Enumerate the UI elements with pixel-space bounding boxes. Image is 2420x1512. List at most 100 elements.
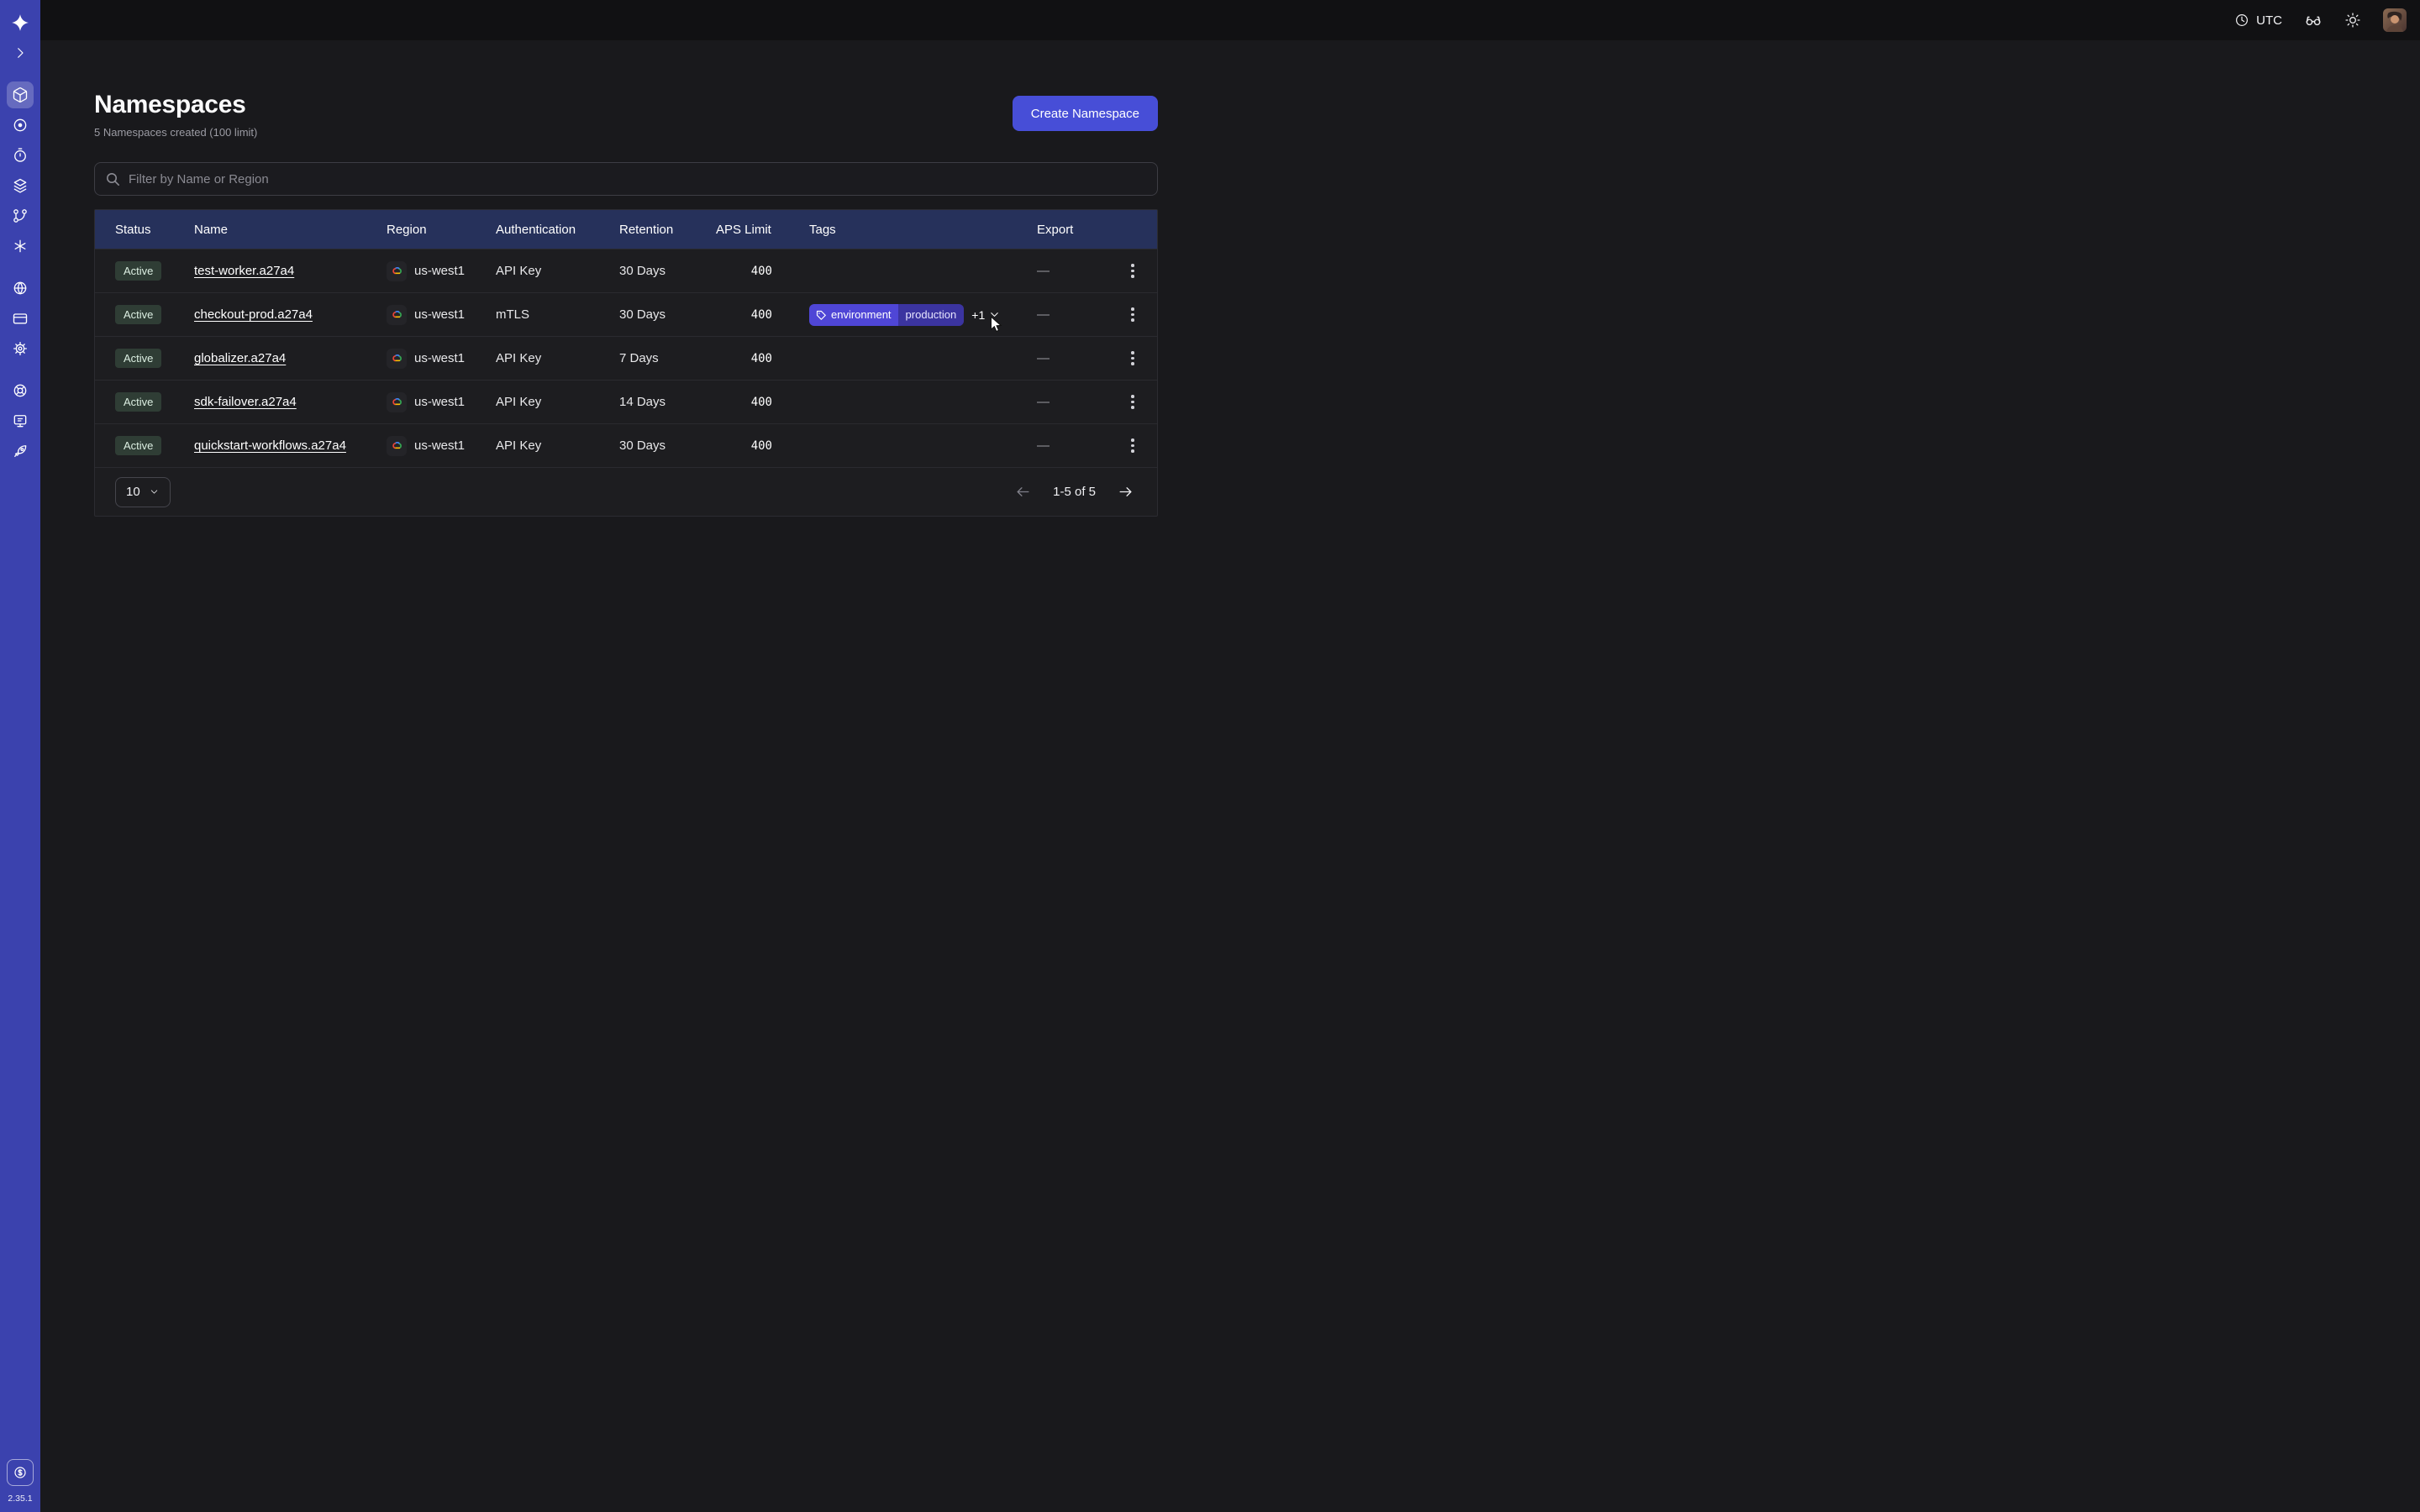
gcp-icon	[387, 305, 407, 325]
gcp-icon	[387, 261, 407, 281]
gcp-icon	[387, 392, 407, 412]
layers-icon	[12, 177, 29, 194]
namespaces-table: Status Name Region Authentication Retent…	[94, 209, 1158, 517]
arrow-right-icon	[1118, 484, 1134, 500]
namespace-link[interactable]: globalizer.a27a4	[194, 351, 286, 365]
row-actions-menu-button[interactable]	[1121, 347, 1144, 370]
clock-icon	[2234, 13, 2249, 28]
sidebar-item-workflows[interactable]	[7, 112, 34, 139]
retention-label: 14 Days	[619, 395, 716, 409]
status-badge: Active	[115, 436, 161, 455]
sidebar-collapse-toggle[interactable]	[7, 39, 34, 66]
row-actions-menu-button[interactable]	[1121, 260, 1144, 283]
row-actions-menu-button[interactable]	[1121, 303, 1144, 327]
namespace-link[interactable]: test-worker.a27a4	[194, 264, 294, 278]
chevron-down-icon	[149, 486, 160, 497]
retention-label: 7 Days	[619, 351, 716, 365]
timezone-label: UTC	[2256, 13, 2282, 28]
auth-label: API Key	[496, 395, 619, 409]
labs-mode-toggle[interactable]	[2304, 11, 2323, 29]
namespace-link[interactable]: quickstart-workflows.a27a4	[194, 438, 346, 453]
col-header-export: Export	[1037, 223, 1121, 237]
table-row[interactable]: Active globalizer.a27a4 us-west1 API Key…	[95, 336, 1157, 380]
sidebar: 2.35.1	[0, 0, 40, 1512]
status-badge: Active	[115, 392, 161, 412]
table-row[interactable]: Active quickstart-workflows.a27a4 us-wes…	[95, 423, 1157, 467]
retention-label: 30 Days	[619, 438, 716, 453]
tags-overflow-toggle[interactable]: +1	[971, 308, 1001, 322]
create-namespace-button[interactable]: Create Namespace	[1013, 96, 1158, 131]
region-label: us-west1	[414, 438, 465, 453]
tag-chip[interactable]: environment production	[809, 304, 964, 326]
namespace-link[interactable]: sdk-failover.a27a4	[194, 395, 297, 409]
gcp-icon	[387, 349, 407, 369]
next-page-button[interactable]	[1118, 484, 1134, 500]
timer-icon	[12, 147, 29, 164]
retention-label: 30 Days	[619, 264, 716, 278]
sidebar-item-deployments[interactable]	[7, 172, 34, 199]
col-header-retention: Retention	[619, 223, 716, 237]
auth-label: API Key	[496, 351, 619, 365]
sidebar-item-support[interactable]	[7, 377, 34, 404]
sidebar-item-usage[interactable]	[7, 275, 34, 302]
retention-label: 30 Days	[619, 307, 716, 322]
sidebar-item-getting-started[interactable]	[7, 438, 34, 465]
tags-overflow-count: +1	[971, 308, 985, 322]
prev-page-button[interactable]	[1015, 484, 1031, 500]
namespace-link[interactable]: checkout-prod.a27a4	[194, 307, 313, 322]
search-icon	[106, 172, 120, 186]
status-badge: Active	[115, 349, 161, 368]
col-header-status: Status	[115, 223, 194, 237]
page-subtitle: 5 Namespaces created (100 limit)	[94, 126, 257, 139]
rocket-icon	[12, 443, 29, 459]
sidebar-item-settings[interactable]	[7, 335, 34, 362]
status-badge: Active	[115, 305, 161, 324]
page-size-value: 10	[126, 485, 140, 499]
gcp-icon	[387, 436, 407, 456]
temporal-logo-icon[interactable]	[7, 9, 34, 36]
region-label: us-west1	[414, 395, 465, 409]
sidebar-item-batch-operations[interactable]	[7, 202, 34, 229]
row-actions-menu-button[interactable]	[1121, 391, 1144, 414]
arrow-left-icon	[1015, 484, 1031, 500]
table-row[interactable]: Active checkout-prod.a27a4 us-west1 mTLS…	[95, 292, 1157, 336]
globe-icon	[12, 280, 29, 297]
page-title: Namespaces	[94, 91, 257, 119]
sidebar-item-billing[interactable]	[7, 305, 34, 332]
aps-limit-value: 400	[716, 352, 809, 365]
export-value: —	[1037, 438, 1121, 453]
aps-limit-value: 400	[716, 265, 809, 278]
col-header-name: Name	[194, 223, 387, 237]
tags-cell: environment production +1	[809, 304, 1037, 326]
export-value: —	[1037, 351, 1121, 365]
region-label: us-west1	[414, 264, 465, 278]
cube-icon	[12, 87, 29, 103]
lifebuoy-icon	[12, 382, 29, 399]
row-actions-menu-button[interactable]	[1121, 434, 1144, 458]
col-header-tags: Tags	[809, 223, 1037, 237]
sidebar-item-schedules[interactable]	[7, 142, 34, 169]
page-size-select[interactable]: 10	[115, 477, 171, 507]
user-avatar[interactable]	[2383, 8, 2407, 32]
main-content: Namespaces 5 Namespaces created (100 lim…	[40, 40, 1210, 756]
col-header-authentication: Authentication	[496, 223, 619, 237]
filter-input[interactable]	[129, 172, 1146, 186]
filter-bar	[94, 162, 1158, 196]
docs-icon	[12, 412, 29, 429]
table-row[interactable]: Active test-worker.a27a4 us-west1 API Ke…	[95, 249, 1157, 292]
sidebar-item-docs[interactable]	[7, 407, 34, 434]
sidebar-item-nexus[interactable]	[7, 233, 34, 260]
theme-toggle[interactable]	[2344, 12, 2361, 29]
target-icon	[12, 117, 29, 134]
chevron-down-icon	[988, 308, 1001, 321]
table-row[interactable]: Active sdk-failover.a27a4 us-west1 API K…	[95, 380, 1157, 423]
region-label: us-west1	[414, 351, 465, 365]
export-value: —	[1037, 264, 1121, 278]
tag-value: production	[898, 304, 965, 326]
timezone-selector[interactable]: UTC	[2234, 13, 2282, 28]
billing-icon	[13, 1465, 28, 1480]
sidebar-item-namespaces[interactable]	[7, 81, 34, 108]
usage-credits-button[interactable]	[7, 1459, 34, 1486]
export-value: —	[1037, 395, 1121, 409]
tag-key: environment	[831, 308, 892, 321]
